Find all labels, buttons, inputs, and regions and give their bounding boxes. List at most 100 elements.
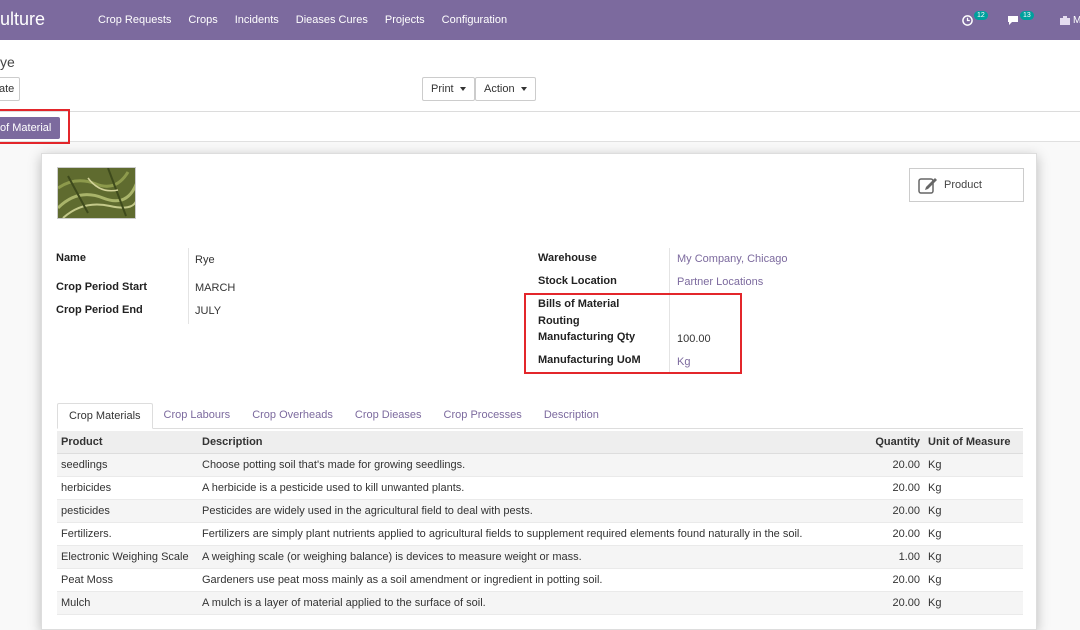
- status-bar: of Material: [0, 112, 1080, 142]
- field-divider: [669, 248, 670, 374]
- cell-uom: Kg: [924, 591, 1023, 615]
- chat-icon: [1008, 15, 1018, 25]
- column-header-product[interactable]: Product: [57, 431, 198, 454]
- cell-product: Mulch: [57, 591, 198, 615]
- menu-projects[interactable]: Projects: [385, 14, 425, 26]
- create-button-label: ate: [0, 83, 15, 95]
- warehouse-label: Warehouse: [538, 252, 597, 264]
- crop-materials-table: Product Description Quantity Unit of Mea…: [57, 431, 1023, 615]
- print-dropdown[interactable]: Print: [422, 77, 475, 101]
- message-count-badge: 13: [1020, 10, 1034, 20]
- product-smart-button[interactable]: Product: [909, 168, 1024, 202]
- cell-quantity: 20.00: [864, 499, 924, 523]
- activity-button[interactable]: 12: [962, 0, 988, 40]
- crop-period-end-value[interactable]: JULY: [195, 305, 221, 317]
- column-header-description[interactable]: Description: [198, 431, 864, 454]
- crop-period-start-value[interactable]: MARCH: [195, 282, 235, 294]
- cell-uom: Kg: [924, 476, 1023, 500]
- bills-of-material-label: Bills of Material: [538, 298, 620, 310]
- menu-configuration[interactable]: Configuration: [442, 14, 507, 26]
- manufacturing-qty-value[interactable]: 100.00: [677, 333, 711, 345]
- cell-product: Fertilizers.: [57, 522, 198, 546]
- tab-description[interactable]: Description: [533, 403, 610, 429]
- table-row[interactable]: Mulch A mulch is a layer of material app…: [57, 591, 1023, 615]
- messages-button[interactable]: 13: [1007, 0, 1034, 40]
- bill-of-material-label: of Material: [0, 122, 52, 134]
- tab-crop-overheads[interactable]: Crop Overheads: [241, 403, 344, 429]
- print-label: Print: [431, 83, 454, 95]
- breadcrumb: ye: [0, 54, 15, 70]
- cell-quantity: 20.00: [864, 453, 924, 477]
- action-label: Action: [484, 83, 515, 95]
- crop-period-end-label: Crop Period End: [56, 304, 143, 316]
- crop-period-start-label: Crop Period Start: [56, 281, 148, 293]
- cell-uom: Kg: [924, 545, 1023, 569]
- menu-incidents[interactable]: Incidents: [235, 14, 279, 26]
- warehouse-value[interactable]: My Company, Chicago: [677, 253, 787, 265]
- table-row[interactable]: herbicides A herbicide is a pesticide us…: [57, 476, 1023, 500]
- column-header-unit-of-measure[interactable]: Unit of Measure: [924, 431, 1023, 454]
- cell-quantity: 20.00: [864, 568, 924, 592]
- cell-description: Pesticides are widely used in the agricu…: [198, 499, 864, 523]
- stock-location-label: Stock Location: [538, 275, 617, 287]
- table-row[interactable]: seedlings Choose potting soil that's mad…: [57, 453, 1023, 477]
- edit-icon: [918, 178, 937, 194]
- main-menu: Crop Requests Crops Incidents Dieases Cu…: [98, 0, 524, 40]
- cell-quantity: 1.00: [864, 545, 924, 569]
- cell-uom: Kg: [924, 453, 1023, 477]
- cell-description: A weighing scale (or weighing balance) i…: [198, 545, 864, 569]
- cell-product: Electronic Weighing Scale: [57, 545, 198, 569]
- cell-product: Peat Moss: [57, 568, 198, 592]
- name-label: Name: [56, 252, 86, 264]
- form-sheet: Product Name Rye Crop Period Start MARCH…: [41, 153, 1037, 630]
- cell-description: Fertilizers are simply plant nutrients a…: [198, 522, 864, 546]
- cell-quantity: 20.00: [864, 522, 924, 546]
- manufacturing-uom-label: Manufacturing UoM: [538, 354, 641, 366]
- table-row[interactable]: pesticides Pesticides are widely used in…: [57, 499, 1023, 523]
- chevron-down-icon: [520, 87, 527, 91]
- tab-crop-processes[interactable]: Crop Processes: [433, 403, 533, 429]
- company-icon: [1060, 15, 1070, 25]
- user-initial: M: [1073, 14, 1080, 26]
- table-row[interactable]: Peat Moss Gardeners use peat moss mainly…: [57, 568, 1023, 592]
- cell-description: A mulch is a layer of material applied t…: [198, 591, 864, 615]
- crop-image[interactable]: [57, 167, 136, 219]
- manufacturing-uom-value[interactable]: Kg: [677, 356, 690, 368]
- menu-crops[interactable]: Crops: [188, 14, 217, 26]
- cell-description: Gardeners use peat moss mainly as a soil…: [198, 568, 864, 592]
- action-dropdown[interactable]: Action: [475, 77, 536, 101]
- user-menu[interactable]: M: [1060, 0, 1080, 40]
- cell-product: pesticides: [57, 499, 198, 523]
- tab-crop-materials[interactable]: Crop Materials: [57, 403, 153, 429]
- stock-location-value[interactable]: Partner Locations: [677, 276, 763, 288]
- product-smart-button-label: Product: [944, 179, 982, 191]
- cell-quantity: 20.00: [864, 476, 924, 500]
- cell-uom: Kg: [924, 522, 1023, 546]
- routing-label: Routing: [538, 315, 580, 327]
- menu-dieases-cures[interactable]: Dieases Cures: [296, 14, 368, 26]
- control-panel: ye ate Print Action: [0, 40, 1080, 112]
- menu-crop-requests[interactable]: Crop Requests: [98, 14, 171, 26]
- tab-crop-dieases[interactable]: Crop Dieases: [344, 403, 433, 429]
- bill-of-material-button[interactable]: of Material: [0, 117, 61, 139]
- cell-product: herbicides: [57, 476, 198, 500]
- cell-quantity: 20.00: [864, 591, 924, 615]
- manufacturing-qty-label: Manufacturing Qty: [538, 331, 636, 343]
- table-row[interactable]: Fertilizers. Fertilizers are simply plan…: [57, 522, 1023, 546]
- cell-uom: Kg: [924, 499, 1023, 523]
- cell-product: seedlings: [57, 453, 198, 477]
- activity-count-badge: 12: [974, 10, 988, 20]
- notebook-tabs: Crop Materials Crop Labours Crop Overhea…: [57, 403, 1023, 429]
- top-navbar: ulture Crop Requests Crops Incidents Die…: [0, 0, 1080, 40]
- create-button[interactable]: ate: [0, 77, 20, 101]
- app-brand[interactable]: ulture: [0, 9, 45, 30]
- field-divider: [188, 248, 189, 324]
- chevron-down-icon: [459, 87, 466, 91]
- tab-crop-labours[interactable]: Crop Labours: [153, 403, 242, 429]
- name-value[interactable]: Rye: [195, 254, 215, 266]
- table-row[interactable]: Electronic Weighing Scale A weighing sca…: [57, 545, 1023, 569]
- clock-icon: [962, 14, 973, 26]
- cell-description: A herbicide is a pesticide used to kill …: [198, 476, 864, 500]
- cell-description: Choose potting soil that's made for grow…: [198, 453, 864, 477]
- column-header-quantity[interactable]: Quantity: [864, 431, 924, 454]
